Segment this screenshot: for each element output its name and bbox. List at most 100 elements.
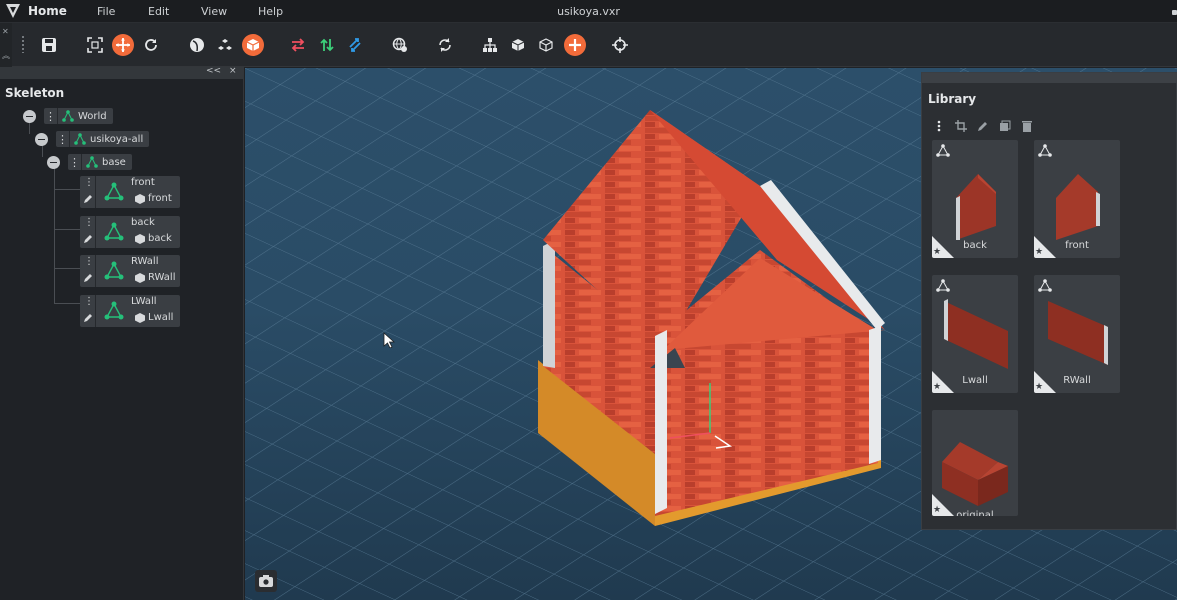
tree-node-world[interactable]: ⋮ World [44,108,113,124]
collapse-panel-button[interactable]: << [206,66,221,76]
chevron-up-icon[interactable]: ︽ [2,50,10,61]
move-icon [116,38,130,52]
document-title: usikoya.vxr [557,5,620,18]
swap-horizontal-icon [291,38,305,52]
menu-help[interactable]: Help [258,5,283,18]
rotate-button[interactable] [435,35,455,55]
skeleton-panel: << × Skeleton ⋮ World ⋮ usikoya-all ⋮ ba… [0,66,244,600]
leaf-name: front [131,177,155,188]
skeleton-panel-header[interactable]: << × [0,66,244,79]
node-menu-icon[interactable]: ⋮ [56,131,70,147]
move-button[interactable] [112,34,134,56]
swap-vertical-button[interactable] [317,35,337,55]
more-icon[interactable] [932,119,946,133]
edit-icon[interactable] [83,313,93,323]
node-menu-icon[interactable]: ⋮ [68,154,82,170]
refresh-button[interactable] [141,35,161,55]
skeleton-node-icon [104,301,124,320]
edit-icon[interactable] [83,234,93,244]
camera-icon [259,575,273,587]
hierarchy-button[interactable] [480,35,500,55]
node-menu-icon[interactable]: ⋮ [44,108,58,124]
skeleton-title: Skeleton [5,86,65,100]
swap-horizontal-button[interactable] [288,35,308,55]
skeleton-node-icon [74,133,86,145]
window-handle[interactable] [1172,10,1177,15]
delete-icon[interactable] [1020,119,1034,133]
star-icon[interactable]: ★ [1035,383,1043,392]
star-icon[interactable]: ★ [933,506,941,515]
library-item-original[interactable]: original ★ [932,410,1018,516]
node-menu-icon[interactable]: ⋮ [84,217,94,228]
sphere-button[interactable] [187,35,207,55]
tree-node-usikoya-all[interactable]: ⋮ usikoya-all [56,131,150,147]
star-icon[interactable]: ★ [1035,248,1043,257]
collapse-base-button[interactable] [47,156,60,169]
tree-leaf-front[interactable]: ⋮ front front [80,176,180,208]
collapse-usikoya-all-button[interactable] [35,133,48,146]
leaf-mesh: back [148,233,172,244]
library-item-back[interactable]: back ★ [932,140,1018,258]
tree-leaf-rwall[interactable]: ⋮ RWall RWall [80,255,180,287]
edit-icon[interactable] [83,273,93,283]
library-toolbar [932,119,1034,133]
tree-leaf-lwall[interactable]: ⋮ LWall Lwall [80,295,180,327]
save-button[interactable] [39,35,59,55]
leaf-mesh: Lwall [148,312,174,323]
app-logo-icon[interactable] [4,2,22,20]
globe-button[interactable] [390,35,410,55]
toolbar-side-handle[interactable]: ✕ ︽ [0,23,12,67]
tree-leaf-back[interactable]: ⋮ back back [80,216,180,248]
node-menu-icon[interactable]: ⋮ [84,177,94,188]
copy-icon[interactable] [998,119,1012,133]
star-icon[interactable]: ★ [933,383,941,392]
target-button[interactable] [610,35,630,55]
node-menu-icon[interactable]: ⋮ [84,256,94,267]
library-item-lwall[interactable]: Lwall ★ [932,275,1018,393]
box-button[interactable] [242,34,264,56]
thumbnail-front [1056,174,1100,240]
library-panel-header[interactable] [922,73,1177,83]
skeleton-node-icon [104,222,124,241]
library-title: Library [928,92,977,106]
fit-view-button[interactable] [85,35,105,55]
tree-line [42,145,43,157]
close-icon[interactable]: ✕ [2,27,9,36]
mesh-cube-icon [135,194,145,204]
box-icon [246,39,260,51]
thumbnail-rwall [1048,301,1108,365]
tree-line [54,229,80,230]
leaf-name: back [131,217,155,228]
edit-icon[interactable] [976,119,990,133]
home-menu[interactable]: Home [28,4,67,18]
sphere-icon [190,38,204,52]
library-item-front[interactable]: front ★ [1034,140,1120,258]
group-button[interactable] [215,35,235,55]
mouse-cursor-icon [383,332,395,348]
house-corner-trim [655,330,667,514]
skeleton-node-icon [104,261,124,280]
node-label: base [102,156,126,168]
toolbar-grip[interactable] [21,35,25,53]
add-button[interactable] [564,34,586,56]
save-icon [42,38,56,52]
node-menu-icon[interactable]: ⋮ [84,296,94,307]
screenshot-button[interactable] [255,570,277,592]
tree-line [29,122,30,134]
swap-diagonal-button[interactable] [345,35,365,55]
star-icon[interactable]: ★ [933,248,941,257]
tree-node-base[interactable]: ⋮ base [68,154,132,170]
close-panel-button[interactable]: × [229,66,237,76]
menu-edit[interactable]: Edit [148,5,169,18]
collapse-world-button[interactable] [23,110,36,123]
menu-file[interactable]: File [97,5,115,18]
menu-view[interactable]: View [201,5,227,18]
edit-icon[interactable] [83,194,93,204]
library-item-rwall[interactable]: RWall ★ [1034,275,1120,393]
crop-icon[interactable] [954,119,968,133]
wire-cube-button[interactable] [536,35,556,55]
mesh-cube-icon [135,234,145,244]
solid-cube-button[interactable] [508,35,528,55]
house-wall-trim [543,240,555,368]
skeleton-node-icon [62,110,74,122]
